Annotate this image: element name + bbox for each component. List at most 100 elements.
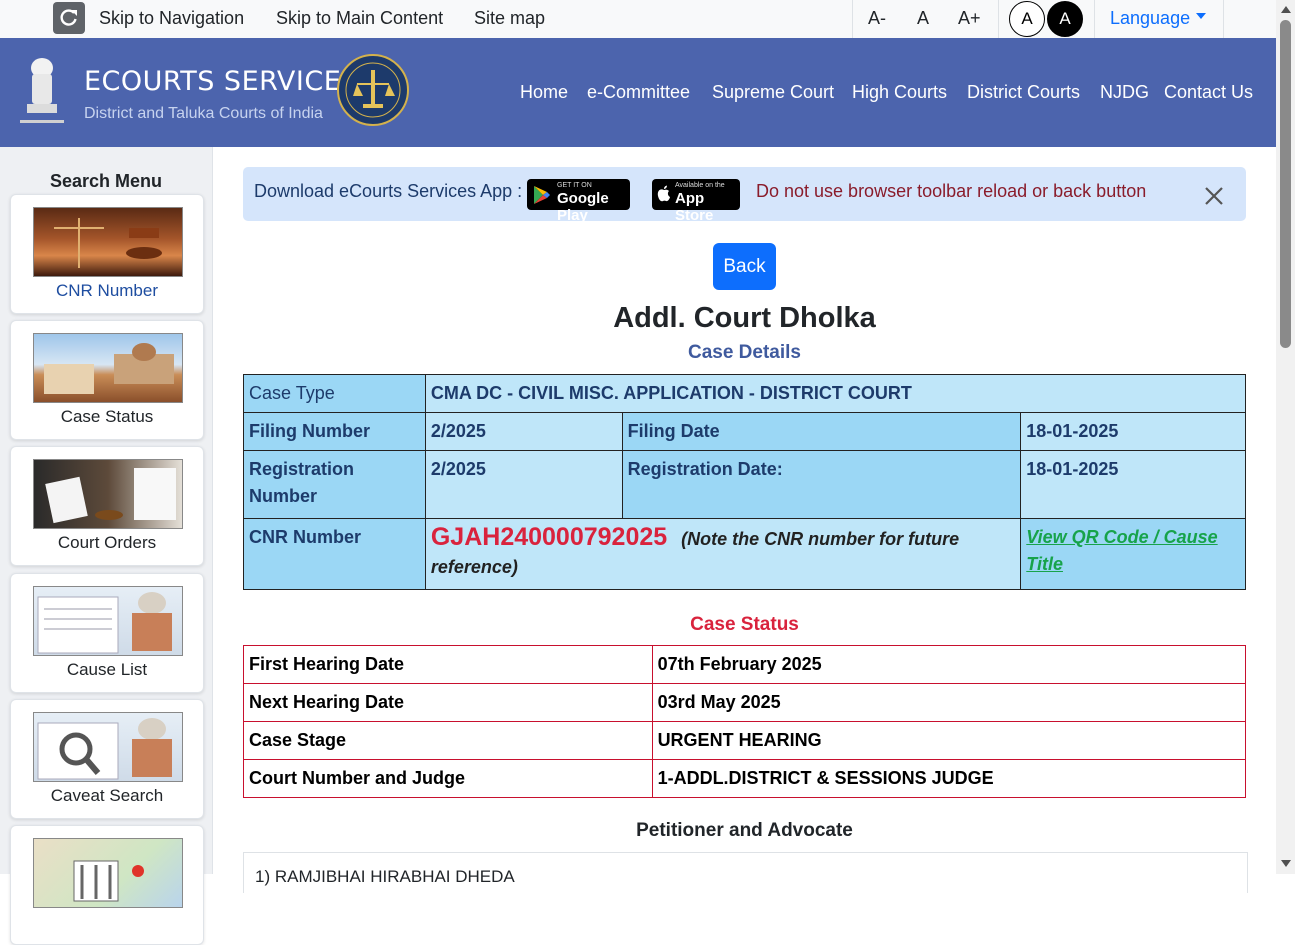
petitioner-box: 1) RAMJIBHAI HIRABHAI DHEDA bbox=[243, 852, 1248, 893]
google-play-label: Google Play bbox=[557, 190, 609, 224]
court-orders-image bbox=[33, 459, 183, 529]
table-row: Case Stage URGENT HEARING bbox=[243, 721, 1247, 760]
status-value: 1-ADDL.DISTRICT & SESSIONS JUDGE bbox=[651, 759, 1247, 798]
map-image bbox=[33, 838, 183, 908]
table-row: Court Number and Judge 1-ADDL.DISTRICT &… bbox=[243, 759, 1247, 798]
brand-subtitle: District and Taluka Courts of India bbox=[84, 105, 323, 122]
app-store-button[interactable]: Available on the App Store bbox=[652, 179, 740, 224]
court-gavel-image bbox=[33, 207, 183, 277]
court-name-title: Addl. Court Dholka bbox=[613, 302, 876, 334]
contrast-light-button[interactable]: A bbox=[1009, 1, 1045, 37]
nav-supreme-court[interactable]: Supreme Court bbox=[712, 82, 834, 103]
divider bbox=[852, 0, 853, 38]
nav-e-committee[interactable]: e-Committee bbox=[587, 82, 690, 103]
language-dropdown[interactable]: Language bbox=[1110, 8, 1207, 29]
ecourts-seal-icon bbox=[337, 54, 409, 126]
qr-code-cell: View QR Code / Cause Title bbox=[1020, 518, 1246, 590]
download-app-text: Download eCourts Services App : bbox=[254, 181, 523, 201]
cnr-number-label: CNR Number bbox=[243, 518, 426, 590]
scroll-down-arrow-icon[interactable] bbox=[1281, 860, 1291, 867]
font-decrease-button[interactable]: A- bbox=[868, 8, 886, 29]
registration-number-value: 2/2025 bbox=[424, 450, 623, 519]
status-label: Next Hearing Date bbox=[243, 683, 653, 722]
back-button[interactable]: Back bbox=[713, 243, 776, 290]
status-label: Court Number and Judge bbox=[243, 759, 653, 798]
cause-list-image bbox=[33, 586, 183, 656]
table-row: Next Hearing Date 03rd May 2025 bbox=[243, 683, 1247, 722]
view-qr-code-link[interactable]: View QR Code / Cause Title bbox=[1026, 527, 1217, 574]
search-menu-sidebar: Search Menu CNR Number Case Status Court… bbox=[0, 147, 213, 945]
apple-icon bbox=[657, 185, 670, 202]
scrollbar-thumb[interactable] bbox=[1280, 20, 1291, 348]
case-details-table: Case Type CMA DC - CIVIL MISC. APPLICATI… bbox=[243, 374, 1247, 590]
case-status-heading: Case Status bbox=[690, 614, 799, 635]
font-increase-button[interactable]: A+ bbox=[958, 8, 981, 29]
status-value: 03rd May 2025 bbox=[651, 683, 1247, 722]
case-status-table: First Hearing Date 07th February 2025 Ne… bbox=[243, 645, 1247, 798]
search-menu-title: Search Menu bbox=[49, 171, 163, 191]
divider bbox=[1094, 0, 1095, 38]
sidebar-item-court-map[interactable] bbox=[10, 825, 204, 945]
caveat-search-image bbox=[33, 712, 183, 782]
brand-title: ECOURTS SERVICES bbox=[84, 66, 359, 97]
petitioner-name: 1) RAMJIBHAI HIRABHAI DHEDA bbox=[255, 867, 515, 886]
app-store-label: App Store bbox=[675, 190, 714, 224]
close-icon[interactable] bbox=[1203, 185, 1225, 207]
contrast-dark-button[interactable]: A bbox=[1047, 1, 1083, 37]
cnr-number-value: GJAH240000792025 bbox=[430, 523, 668, 551]
table-row: Registration Number 2/2025 Registration … bbox=[243, 450, 1246, 519]
case-type-label: Case Type bbox=[243, 374, 426, 413]
browser-warning-text: Do not use browser toolbar reload or bac… bbox=[756, 181, 1147, 201]
filing-number-value: 2/2025 bbox=[424, 412, 623, 451]
nav-district-courts[interactable]: District Courts bbox=[967, 82, 1080, 103]
google-play-small-text: GET IT ON bbox=[557, 182, 592, 189]
vertical-scrollbar[interactable] bbox=[1276, 0, 1295, 874]
font-normal-button[interactable]: A bbox=[917, 8, 929, 29]
status-label: Case Stage bbox=[243, 721, 653, 760]
petitioner-heading: Petitioner and Advocate bbox=[636, 820, 853, 841]
table-row: CNR Number GJAH240000792025 (Note the CNR… bbox=[243, 518, 1246, 590]
supreme-court-image bbox=[33, 333, 183, 403]
scroll-up-arrow-icon[interactable] bbox=[1281, 6, 1291, 13]
filing-date-label: Filing Date bbox=[621, 412, 1022, 451]
national-emblem-icon bbox=[20, 58, 64, 123]
case-type-value: CMA DC - CIVIL MISC. APPLICATION - DISTR… bbox=[424, 374, 1247, 413]
table-row: Case Type CMA DC - CIVIL MISC. APPLICATI… bbox=[243, 374, 1247, 413]
sidebar-item-label: Court Orders bbox=[57, 533, 157, 552]
skip-main-content-link[interactable]: Skip to Main Content bbox=[276, 8, 443, 29]
top-utility-bar: Skip to Navigation Skip to Main Content … bbox=[0, 0, 1276, 39]
table-row: Filing Number 2/2025 Filing Date 18-01-2… bbox=[243, 412, 1246, 451]
google-play-icon bbox=[534, 186, 550, 204]
sidebar-item-label: CNR Number bbox=[55, 281, 159, 300]
registration-date-label: Registration Date: bbox=[621, 450, 1022, 519]
google-play-button[interactable]: GET IT ON Google Play bbox=[527, 179, 630, 224]
status-value: 07th February 2025 bbox=[651, 645, 1247, 684]
nav-home[interactable]: Home bbox=[520, 82, 568, 103]
cnr-number-cell: GJAH240000792025 (Note the CNR number for… bbox=[424, 518, 1022, 590]
chevron-down-icon bbox=[1196, 13, 1207, 20]
nav-contact-us[interactable]: Contact Us bbox=[1164, 82, 1253, 103]
filing-number-label: Filing Number bbox=[243, 412, 426, 451]
sidebar-item-label: Cause List bbox=[66, 660, 148, 679]
sidebar-item-cnr-number[interactable]: CNR Number bbox=[10, 194, 204, 314]
registration-date-value: 18-01-2025 bbox=[1020, 450, 1246, 519]
sidebar-item-court-orders[interactable]: Court Orders bbox=[10, 446, 204, 566]
sidebar-item-case-status[interactable]: Case Status bbox=[10, 320, 204, 440]
site-map-link[interactable]: Site map bbox=[474, 8, 545, 29]
sidebar-item-label: Case Status bbox=[60, 407, 154, 426]
nav-njdg[interactable]: NJDG bbox=[1100, 82, 1149, 103]
table-row: First Hearing Date 07th February 2025 bbox=[243, 645, 1247, 684]
case-details-heading: Case Details bbox=[687, 342, 801, 363]
skip-navigation-link[interactable]: Skip to Navigation bbox=[99, 8, 244, 29]
sidebar-item-cause-list[interactable]: Cause List bbox=[10, 573, 204, 693]
reload-icon[interactable] bbox=[53, 2, 85, 34]
divider bbox=[1223, 0, 1224, 38]
sidebar-item-label: Caveat Search bbox=[50, 786, 164, 805]
sidebar-item-caveat-search[interactable]: Caveat Search bbox=[10, 699, 204, 819]
status-label: First Hearing Date bbox=[243, 645, 653, 684]
divider bbox=[998, 0, 999, 38]
nav-high-courts[interactable]: High Courts bbox=[852, 82, 947, 103]
app-store-small-text: Available on the bbox=[675, 182, 725, 189]
registration-number-label: Registration Number bbox=[243, 450, 426, 519]
language-label: Language bbox=[1110, 8, 1191, 28]
